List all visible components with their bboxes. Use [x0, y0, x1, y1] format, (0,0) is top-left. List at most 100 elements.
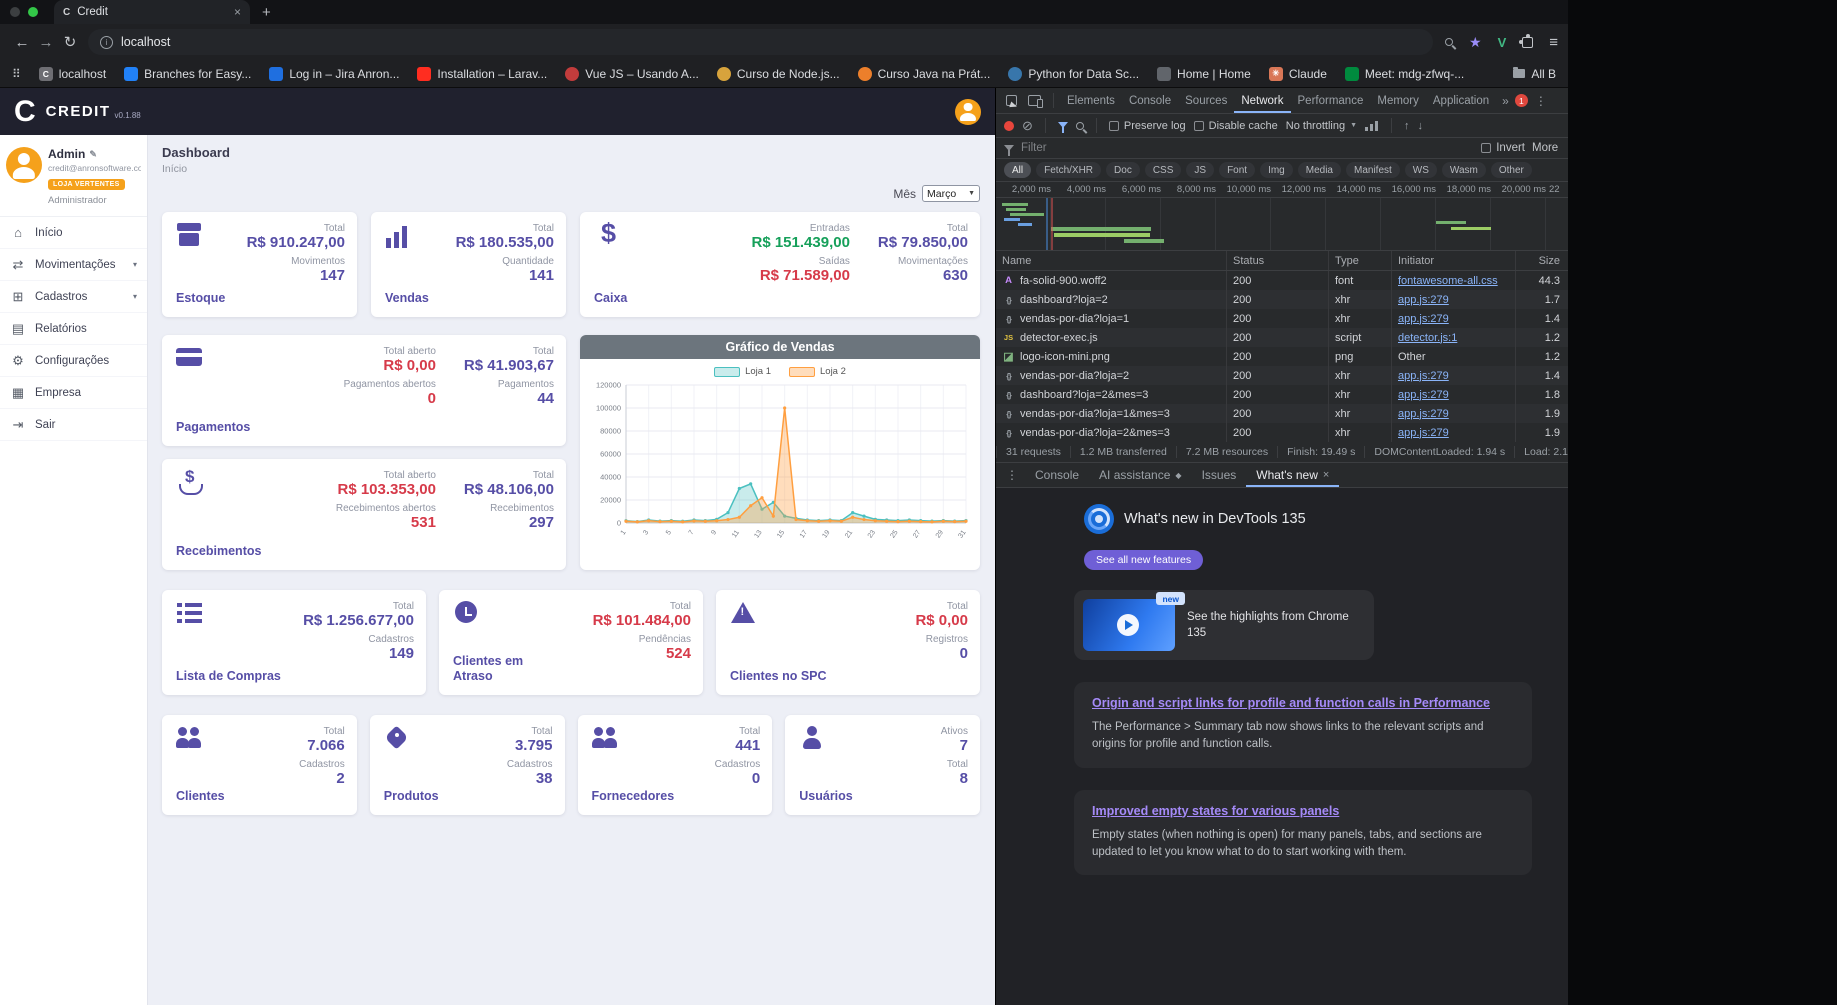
- network-request-row[interactable]: detector-exec.js 200 script detector.js:…: [996, 328, 1568, 347]
- search-icon[interactable]: [1445, 38, 1453, 46]
- column-header-type[interactable]: Type: [1328, 251, 1391, 270]
- request-initiator[interactable]: fontawesome-all.css: [1391, 271, 1515, 290]
- network-conditions-icon[interactable]: [1365, 120, 1380, 131]
- column-header-size[interactable]: Size: [1515, 251, 1568, 270]
- url-text[interactable]: localhost: [121, 35, 170, 49]
- preserve-log-toggle[interactable]: Preserve log: [1108, 120, 1186, 132]
- more-tabs-icon[interactable]: »: [1498, 94, 1513, 108]
- sidebar-item[interactable]: Empresa ▾: [0, 377, 147, 409]
- drawer-menu-icon[interactable]: ⋮: [1001, 468, 1023, 482]
- drawer-tab[interactable]: Console ◆ ×: [1025, 463, 1089, 487]
- inspect-element-icon[interactable]: [1006, 95, 1017, 106]
- close-icon[interactable]: ×: [1323, 469, 1329, 481]
- new-tab-button[interactable]: +: [262, 4, 271, 21]
- bookmark-item[interactable]: Vue JS – Usando A...: [565, 66, 699, 81]
- drawer-tab[interactable]: AI assistance ◆ ×: [1089, 463, 1192, 487]
- filter-chip[interactable]: Media: [1297, 162, 1341, 178]
- extensions-puzzle-icon[interactable]: [1519, 33, 1534, 48]
- window-control-dot[interactable]: [10, 7, 20, 17]
- request-initiator[interactable]: app.js:279: [1391, 366, 1515, 385]
- back-icon[interactable]: ←: [10, 34, 34, 51]
- legend-item[interactable]: Loja 2: [789, 366, 846, 377]
- throttling-select[interactable]: No throttling ▼: [1286, 120, 1357, 132]
- header-avatar[interactable]: [955, 98, 981, 125]
- sidebar-item[interactable]: Sair ▾: [0, 409, 147, 441]
- filter-chip[interactable]: CSS: [1144, 162, 1182, 178]
- devtools-tab[interactable]: Application: [1426, 88, 1496, 113]
- bookmark-item[interactable]: Python for Data Sc...: [1008, 66, 1139, 81]
- browser-tab[interactable]: C Credit ×: [54, 0, 250, 24]
- forward-icon[interactable]: →: [34, 34, 58, 51]
- request-initiator[interactable]: app.js:279: [1391, 423, 1515, 442]
- sidebar-item[interactable]: Movimentações ▾: [0, 249, 147, 281]
- checkbox[interactable]: [1108, 120, 1119, 131]
- checkbox[interactable]: [1193, 120, 1204, 131]
- devtools-tab[interactable]: Network: [1234, 88, 1290, 113]
- checkbox[interactable]: [1481, 143, 1492, 153]
- bookmark-item[interactable]: C localhost: [38, 66, 106, 81]
- request-initiator[interactable]: app.js:279: [1391, 385, 1515, 404]
- network-request-row[interactable]: vendas-por-dia?loja=2&mes=3 200 xhr app.…: [996, 423, 1568, 442]
- network-search-icon[interactable]: [1075, 121, 1084, 130]
- devtools-tab[interactable]: Sources: [1178, 88, 1234, 113]
- column-header-status[interactable]: Status: [1226, 251, 1328, 270]
- request-initiator[interactable]: app.js:279: [1391, 309, 1515, 328]
- devtools-tab[interactable]: Performance: [1291, 88, 1371, 113]
- record-icon[interactable]: [1004, 120, 1014, 131]
- site-info-icon[interactable]: i: [100, 35, 113, 49]
- column-header-name[interactable]: Name: [996, 251, 1226, 270]
- avatar[interactable]: [6, 147, 42, 183]
- filter-chip[interactable]: WS: [1404, 162, 1437, 178]
- window-controls[interactable]: [10, 7, 38, 17]
- network-request-row[interactable]: dashboard?loja=2 200 xhr app.js:279 1.7: [996, 290, 1568, 309]
- bookmark-star-icon[interactable]: ★: [1469, 34, 1482, 51]
- video-thumbnail[interactable]: new: [1083, 592, 1185, 651]
- devtools-menu-icon[interactable]: ⋮: [1530, 94, 1552, 108]
- drawer-tab[interactable]: Issues ◆ ×: [1192, 463, 1247, 487]
- window-control-dot-green[interactable]: [28, 7, 38, 17]
- network-request-row[interactable]: fa-solid-900.woff2 200 font fontawesome-…: [996, 271, 1568, 290]
- month-select[interactable]: Março ▼: [922, 185, 980, 202]
- more-filters-button[interactable]: More filters: [1532, 142, 1560, 154]
- column-header-initiator[interactable]: Initiator: [1391, 251, 1515, 270]
- sidebar-item[interactable]: Configurações ▾: [0, 345, 147, 377]
- highlight-card[interactable]: new See the highlights from Chrome 135: [1074, 590, 1374, 660]
- network-request-row[interactable]: logo-icon-mini.png 200 png Other 1.2: [996, 347, 1568, 366]
- bookmark-item[interactable]: Installation – Larav...: [417, 66, 547, 81]
- legend-item[interactable]: Loja 1: [714, 366, 771, 377]
- bookmark-item[interactable]: Curso Java na Prát...: [857, 66, 990, 81]
- devtools-tab[interactable]: Elements: [1060, 88, 1122, 113]
- all-bookmarks-button[interactable]: All B: [1513, 67, 1556, 81]
- browser-menu-icon[interactable]: ≡: [1549, 34, 1558, 51]
- invert-toggle[interactable]: Invert: [1481, 142, 1525, 154]
- play-icon[interactable]: [1117, 614, 1139, 636]
- network-request-row[interactable]: vendas-por-dia?loja=1 200 xhr app.js:279…: [996, 309, 1568, 328]
- filter-chip[interactable]: All: [1004, 162, 1032, 178]
- vue-extension-icon[interactable]: V: [1498, 35, 1507, 50]
- bookmark-item[interactable]: Branches for Easy...: [124, 66, 251, 81]
- filter-chip[interactable]: Manifest: [1346, 162, 1400, 178]
- filter-chip[interactable]: Font: [1219, 162, 1256, 178]
- filter-icon[interactable]: [1057, 122, 1068, 133]
- bookmark-item[interactable]: Home | Home: [1157, 66, 1251, 81]
- filter-chip[interactable]: Img: [1260, 162, 1293, 178]
- error-badge[interactable]: 1: [1514, 94, 1528, 107]
- filter-chip[interactable]: JS: [1186, 162, 1215, 178]
- devtools-tab[interactable]: Memory: [1370, 88, 1426, 113]
- tab-close-icon[interactable]: ×: [234, 5, 241, 19]
- drawer-tab[interactable]: What's new ◆ ×: [1246, 463, 1339, 487]
- url-bar[interactable]: i localhost: [88, 29, 1433, 55]
- sidebar-item[interactable]: Cadastros ▾: [0, 281, 147, 313]
- section-link[interactable]: Origin and script links for profile and …: [1092, 696, 1514, 710]
- devtools-tab[interactable]: Console: [1122, 88, 1178, 113]
- import-har-icon[interactable]: ↑: [1404, 120, 1410, 132]
- filter-chip[interactable]: Fetch/XHR: [1036, 162, 1102, 178]
- filter-chip[interactable]: Doc: [1106, 162, 1140, 178]
- bookmark-item[interactable]: ✳ Claude: [1268, 66, 1327, 81]
- network-request-row[interactable]: vendas-por-dia?loja=2 200 xhr app.js:279…: [996, 366, 1568, 385]
- filter-chip[interactable]: Other: [1490, 162, 1532, 178]
- request-initiator[interactable]: Other: [1391, 347, 1515, 366]
- request-initiator[interactable]: detector.js:1: [1391, 328, 1515, 347]
- see-all-features-button[interactable]: See all new features: [1084, 550, 1204, 570]
- apps-grid-icon[interactable]: ⠿: [12, 67, 21, 81]
